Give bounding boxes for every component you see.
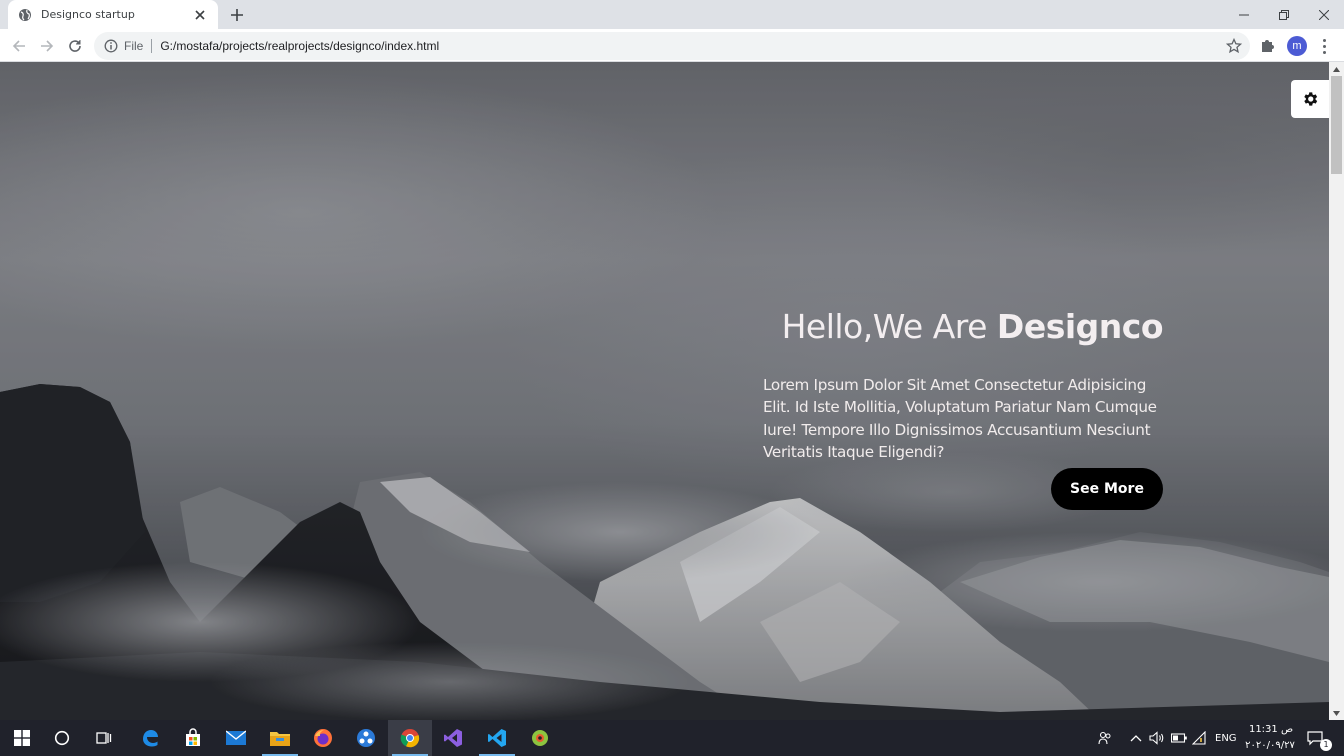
close-tab-icon[interactable] bbox=[192, 7, 208, 23]
cortana-search-icon[interactable] bbox=[40, 720, 84, 756]
network-icon[interactable] bbox=[1192, 730, 1208, 746]
hero-text-block: Hello,We Are Designco Lorem Ipsum Dolor … bbox=[763, 304, 1164, 464]
extensions-puzzle-icon[interactable] bbox=[1260, 37, 1278, 55]
clock-date[interactable]: ٢٠٢٠/٠٩/٢٧ bbox=[1243, 740, 1297, 751]
minimize-button[interactable] bbox=[1224, 0, 1264, 29]
settings-toggle-button[interactable] bbox=[1291, 80, 1329, 118]
firefox-icon[interactable] bbox=[301, 720, 345, 756]
app-icon[interactable] bbox=[518, 720, 562, 756]
notification-count-badge: 1 bbox=[1320, 739, 1332, 751]
store-icon[interactable] bbox=[171, 720, 215, 756]
people-icon[interactable] bbox=[1097, 730, 1113, 746]
globe-icon bbox=[18, 8, 32, 22]
tab-strip: Designco startup bbox=[0, 0, 1344, 29]
volume-icon[interactable] bbox=[1149, 730, 1165, 746]
battery-icon[interactable] bbox=[1171, 730, 1187, 746]
new-tab-button[interactable] bbox=[226, 4, 248, 26]
vscode-icon[interactable] bbox=[475, 720, 519, 756]
chrome-icon[interactable] bbox=[388, 720, 432, 756]
address-scheme: File bbox=[124, 39, 144, 53]
windows-taskbar: ENG 11:31 ص ٢٠٢٠/٠٩/٢٧ 1 bbox=[0, 720, 1344, 756]
tab-title: Designco startup bbox=[41, 8, 135, 21]
hero-heading: Hello,We Are Designco bbox=[763, 304, 1164, 350]
davinci-resolve-icon[interactable] bbox=[344, 720, 388, 756]
scroll-down-arrow-icon[interactable] bbox=[1329, 706, 1344, 720]
page-viewport: Hello,We Are Designco Lorem Ipsum Dolor … bbox=[0, 62, 1329, 720]
mail-icon[interactable] bbox=[214, 720, 258, 756]
address-separator bbox=[151, 39, 153, 53]
browser-tab[interactable]: Designco startup bbox=[8, 0, 218, 29]
bookmark-star-icon[interactable] bbox=[1226, 38, 1242, 54]
visual-studio-icon[interactable] bbox=[431, 720, 475, 756]
chrome-menu-icon[interactable] bbox=[1318, 37, 1330, 55]
task-view-icon[interactable] bbox=[82, 720, 126, 756]
hero-description: Lorem Ipsum Dolor Sit Amet Consectetur A… bbox=[763, 376, 1157, 462]
browser-toolbar: File G:/mostafa/projects/realprojects/de… bbox=[0, 29, 1344, 62]
gear-icon bbox=[1301, 90, 1319, 108]
page-scrollbar[interactable] bbox=[1329, 62, 1344, 720]
scrollbar-thumb[interactable] bbox=[1331, 76, 1342, 174]
info-icon[interactable] bbox=[104, 39, 118, 53]
forward-button[interactable] bbox=[35, 34, 59, 58]
back-button[interactable] bbox=[7, 34, 31, 58]
hero-heading-brand: Designco bbox=[996, 307, 1164, 346]
chevron-up-icon[interactable] bbox=[1128, 730, 1144, 746]
profile-avatar[interactable]: m bbox=[1287, 36, 1307, 56]
scroll-up-arrow-icon[interactable] bbox=[1329, 62, 1344, 76]
file-explorer-icon[interactable] bbox=[258, 720, 302, 756]
address-url[interactable]: G:/mostafa/projects/realprojects/designc… bbox=[160, 39, 439, 53]
restore-button[interactable] bbox=[1264, 0, 1304, 29]
windows-start-icon[interactable] bbox=[0, 720, 44, 756]
clock-time[interactable]: 11:31 ص bbox=[1248, 724, 1294, 735]
address-bar[interactable]: File G:/mostafa/projects/realprojects/de… bbox=[94, 32, 1250, 60]
close-window-button[interactable] bbox=[1304, 0, 1344, 29]
see-more-button[interactable]: See More bbox=[1051, 468, 1163, 510]
hero-heading-prefix: Hello,We Are bbox=[781, 307, 997, 346]
input-language[interactable]: ENG bbox=[1215, 733, 1237, 744]
reload-button[interactable] bbox=[63, 34, 87, 58]
edge-icon[interactable] bbox=[128, 720, 172, 756]
